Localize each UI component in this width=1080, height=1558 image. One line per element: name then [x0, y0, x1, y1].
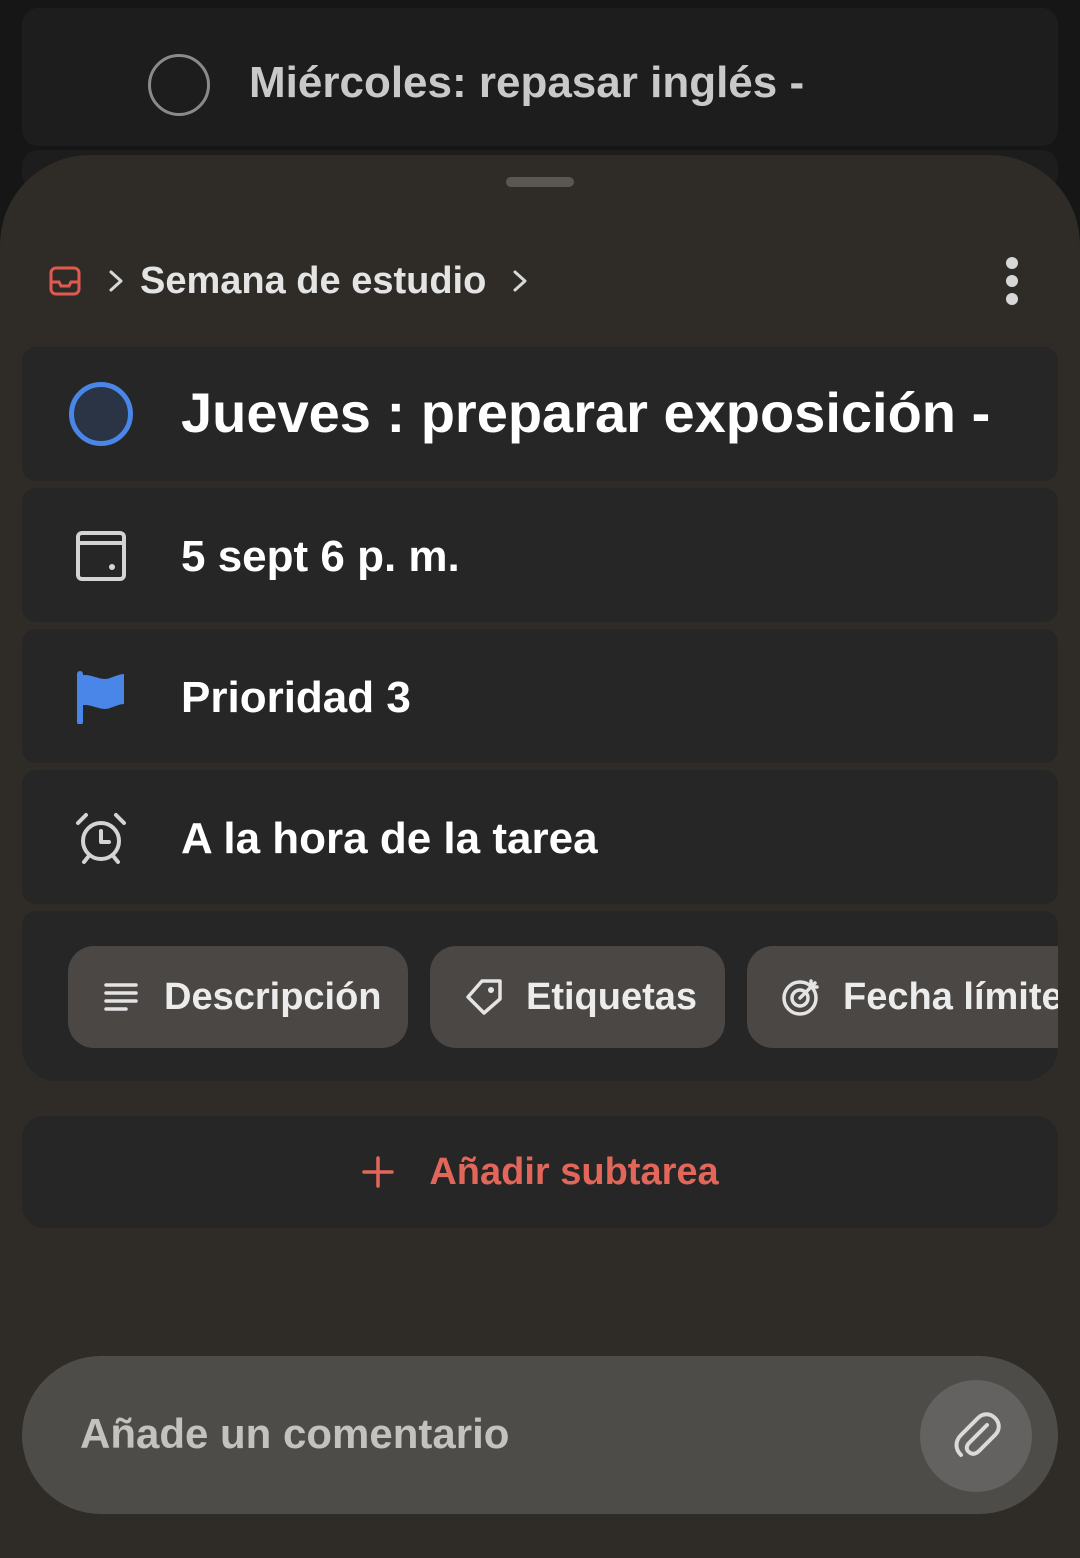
chevron-right-icon	[513, 270, 527, 292]
add-subtask-button[interactable]: Añadir subtarea	[22, 1116, 1058, 1228]
task-date: 5 sept 6 p. m.	[181, 532, 460, 581]
breadcrumb-project[interactable]: Semana de estudio	[140, 260, 486, 303]
sheet-drag-handle[interactable]	[506, 177, 574, 187]
labels-chip-label: Etiquetas	[526, 975, 698, 1018]
comment-input[interactable]: Añade un comentario	[22, 1356, 1058, 1514]
more-dot	[1006, 257, 1018, 269]
attach-button[interactable]	[920, 1380, 1032, 1492]
paperclip-icon	[954, 1412, 1001, 1457]
task-priority: Prioridad 3	[181, 673, 411, 722]
calendar-icon	[76, 531, 126, 581]
flag-icon	[77, 671, 124, 724]
more-dot	[1006, 275, 1018, 287]
deadline-chip-label: Fecha límite	[843, 975, 1058, 1018]
more-vertical-icon[interactable]	[992, 253, 1032, 309]
comment-placeholder: Añade un comentario	[80, 1410, 510, 1457]
deadline-chip[interactable]: Fecha límite	[747, 946, 1058, 1048]
target-icon	[782, 979, 819, 1016]
background-task-title: Miércoles: repasar inglés -	[249, 58, 805, 107]
lines-icon	[104, 983, 138, 1011]
task-complete-checkbox[interactable]	[69, 382, 133, 446]
task-reminder: A la hora de la tarea	[181, 814, 598, 863]
background-task-item[interactable]: Miércoles: repasar inglés -	[22, 8, 1058, 146]
chip-scroller[interactable]: Descripción Etiquetas Fecha límite	[68, 946, 1058, 1048]
alarm-clock-icon	[76, 813, 126, 864]
tag-icon	[466, 979, 502, 1015]
labels-chip[interactable]: Etiquetas	[430, 946, 725, 1048]
inbox-icon[interactable]	[48, 264, 82, 298]
task-detail-sheet: Semana de estudio Jueves : preparar expo…	[0, 155, 1080, 1558]
description-chip-label: Descripción	[164, 975, 382, 1018]
task-reminder-row[interactable]: A la hora de la tarea	[22, 770, 1058, 904]
more-dot	[1006, 293, 1018, 305]
add-subtask-label: Añadir subtarea	[429, 1150, 719, 1193]
plus-icon	[362, 1156, 395, 1188]
task-title-row[interactable]: Jueves : preparar exposición -	[22, 347, 1058, 481]
chevron-right-icon	[109, 270, 123, 292]
description-chip[interactable]: Descripción	[68, 946, 408, 1048]
task-date-row[interactable]: 5 sept 6 p. m.	[22, 488, 1058, 622]
background-task-checkbox[interactable]	[148, 54, 210, 116]
task-title[interactable]: Jueves : preparar exposición -	[181, 380, 990, 445]
task-priority-row[interactable]: Prioridad 3	[22, 629, 1058, 763]
task-chips-row: Descripción Etiquetas Fecha límite	[22, 911, 1058, 1081]
breadcrumb: Semana de estudio	[48, 255, 532, 307]
